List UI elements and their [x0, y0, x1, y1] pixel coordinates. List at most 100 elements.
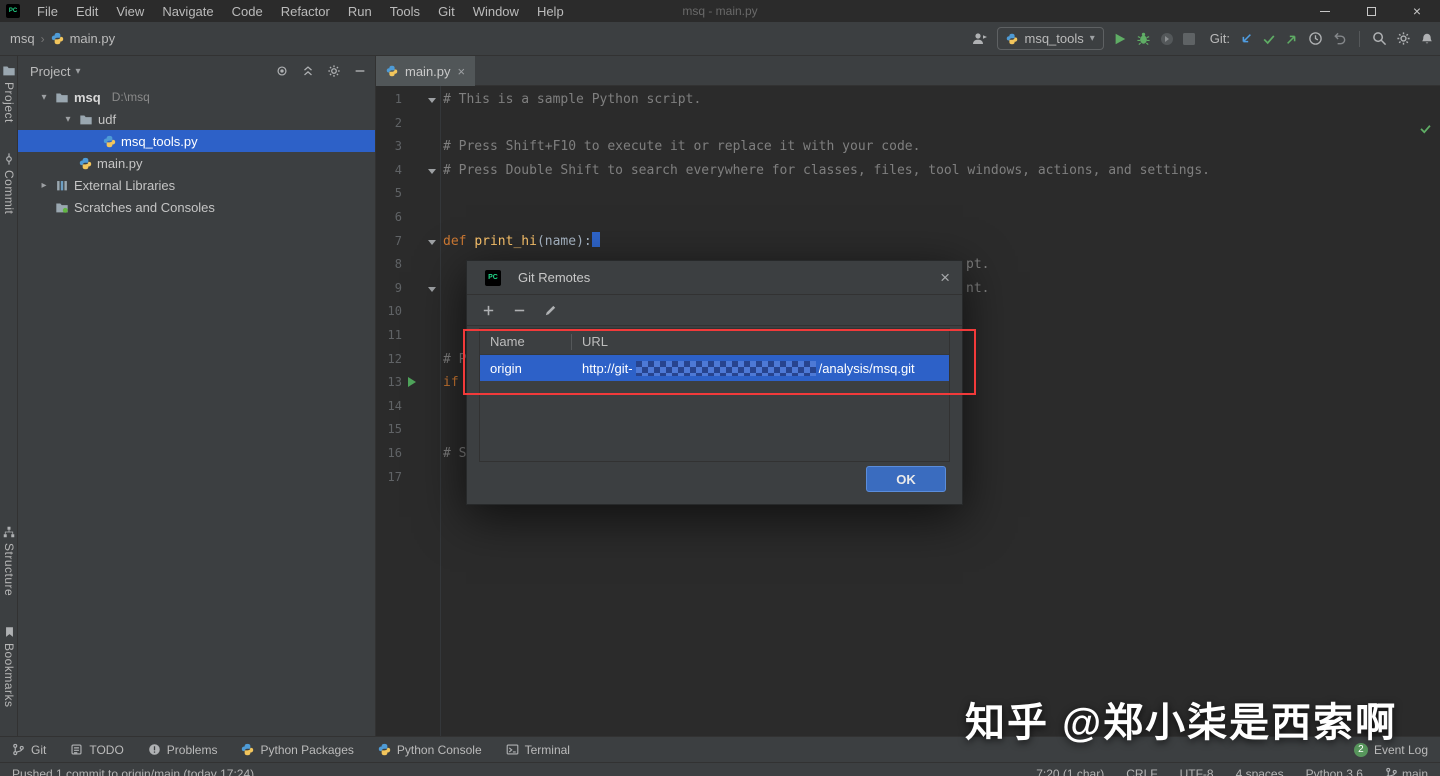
remote-url: http://git-/analysis/msq.git	[572, 361, 915, 376]
code-line-3[interactable]: 3# Press Shift+F10 to execute it or repl…	[376, 135, 1440, 159]
tool-window-button-problems[interactable]: Problems	[148, 743, 218, 757]
git-toolbar-label: Git:	[1210, 31, 1230, 46]
notifications-bell-icon[interactable]	[1420, 32, 1434, 46]
tree-item-main-py[interactable]: main.py	[18, 152, 375, 174]
menu-help[interactable]: Help	[528, 0, 573, 22]
code-token: print_hi	[474, 234, 537, 249]
minimize-icon	[1320, 11, 1330, 12]
status-git-branch[interactable]: main	[1385, 767, 1428, 776]
project-panel-title[interactable]: Project	[30, 64, 70, 79]
tool-stripe-label: Commit	[2, 170, 16, 214]
fold-marker-icon[interactable]	[428, 98, 436, 103]
code-line-1[interactable]: 1# This is a sample Python script.	[376, 88, 1440, 112]
remote-row-origin[interactable]: originhttp://git-/analysis/msq.git	[480, 355, 949, 381]
hide-panel-icon[interactable]	[353, 64, 367, 78]
status-item-label: 4 spaces	[1236, 767, 1284, 776]
tool-window-button-python-packages[interactable]: Python Packages	[241, 743, 353, 757]
stop-button[interactable]	[1183, 33, 1195, 45]
close-button[interactable]: ×	[1394, 0, 1440, 22]
status-encoding[interactable]: UTF-8	[1180, 767, 1214, 776]
tool-stripe-label: Project	[2, 82, 16, 123]
menu-file[interactable]: File	[28, 0, 67, 22]
tree-item-msq-tools-py[interactable]: msq_tools.py	[18, 130, 375, 152]
debug-button[interactable]	[1136, 31, 1151, 46]
tool-stripe-structure[interactable]: Structure	[2, 526, 16, 596]
breadcrumb-project[interactable]: msq	[10, 31, 35, 46]
code-with-me-icon[interactable]	[971, 31, 988, 47]
tool-stripe-project[interactable]: Project	[2, 64, 16, 123]
tool-stripe-bookmarks[interactable]: Bookmarks	[2, 626, 16, 708]
code-text: # Press Double Shift to search everywher…	[443, 159, 1440, 183]
menu-tools[interactable]: Tools	[381, 0, 429, 22]
menu-refactor[interactable]: Refactor	[272, 0, 339, 22]
tool-stripe-commit[interactable]: Commit	[2, 153, 16, 214]
breadcrumb-file[interactable]: main.py	[70, 31, 116, 46]
tool-stripe-bottom: Structure Bookmarks	[0, 526, 18, 708]
tree-item-msq[interactable]: ▾msqD:\msq	[18, 86, 375, 108]
code-text: # Press Shift+F10 to execute it or repla…	[443, 135, 1440, 159]
tree-item-udf[interactable]: ▾udf	[18, 108, 375, 130]
code-line-2[interactable]: 2	[376, 112, 1440, 136]
column-header-name[interactable]: Name	[480, 334, 572, 350]
tool-window-button-todo[interactable]: TODO	[70, 743, 123, 757]
git-commit-icon[interactable]	[1262, 32, 1276, 46]
fold-marker-icon[interactable]	[428, 240, 436, 245]
status-indent[interactable]: 4 spaces	[1236, 767, 1284, 776]
settings-gear-icon[interactable]	[1396, 31, 1411, 46]
menu-edit[interactable]: Edit	[67, 0, 107, 22]
history-icon[interactable]	[1308, 31, 1323, 46]
ok-button[interactable]: OK	[866, 466, 946, 492]
menu-git[interactable]: Git	[429, 0, 464, 22]
menu-run[interactable]: Run	[339, 0, 381, 22]
run-line-icon[interactable]	[408, 377, 416, 387]
collapse-all-icon[interactable]	[301, 64, 315, 78]
run-configuration-select[interactable]: msq_tools ▾	[997, 27, 1103, 50]
tab-main-py[interactable]: main.py ×	[376, 56, 475, 86]
menu-window[interactable]: Window	[464, 0, 528, 22]
pycharm-logo-icon: PC	[6, 4, 20, 18]
coverage-button[interactable]	[1160, 32, 1174, 46]
column-header-url[interactable]: URL	[572, 334, 608, 349]
code-line-7[interactable]: 7def print_hi(name):	[376, 230, 1440, 254]
tree-item-scratches-and-consoles[interactable]: Scratches and Consoles	[18, 196, 375, 218]
menu-navigate[interactable]: Navigate	[153, 0, 222, 22]
tool-window-button-git[interactable]: Git	[12, 743, 46, 757]
maximize-button[interactable]	[1348, 0, 1394, 22]
watermark: 知乎 @郑小柒是西索啊	[965, 690, 1397, 748]
status-caret-position[interactable]: 7:20 (1 char)	[1036, 767, 1104, 776]
tool-window-button-python-console[interactable]: Python Console	[378, 743, 482, 757]
dialog-header[interactable]: PC Git Remotes ×	[467, 261, 962, 295]
tree-arrow-icon[interactable]: ▸	[38, 180, 50, 191]
inspection-ok-icon[interactable]	[1419, 122, 1432, 135]
menu-view[interactable]: View	[107, 0, 153, 22]
tree-item-external-libraries[interactable]: ▸External Libraries	[18, 174, 375, 196]
folder-icon	[79, 113, 93, 126]
tool-window-button-terminal[interactable]: Terminal	[506, 743, 570, 757]
line-number: 8	[376, 253, 402, 277]
menu-code[interactable]: Code	[223, 0, 272, 22]
edit-remote-icon[interactable]	[543, 303, 558, 318]
fold-marker-icon[interactable]	[428, 169, 436, 174]
close-tab-icon[interactable]: ×	[458, 64, 466, 79]
project-tree: ▾msqD:\msq▾udfmsq_tools.pymain.py▸Extern…	[18, 86, 375, 218]
line-number: 5	[376, 182, 402, 206]
fold-marker-icon[interactable]	[428, 287, 436, 292]
select-opened-file-icon[interactable]	[275, 64, 289, 78]
panel-settings-gear-icon[interactable]	[327, 64, 341, 78]
run-button[interactable]	[1113, 32, 1127, 46]
rollback-icon[interactable]	[1332, 31, 1347, 46]
search-everywhere-icon[interactable]	[1372, 31, 1387, 46]
dialog-close-icon[interactable]: ×	[940, 269, 950, 286]
git-push-icon[interactable]	[1285, 32, 1299, 46]
git-update-icon[interactable]	[1239, 32, 1253, 46]
tree-arrow-icon[interactable]: ▾	[62, 114, 74, 125]
status-interpreter[interactable]: Python 3.6	[1306, 767, 1363, 776]
add-remote-icon[interactable]	[481, 303, 496, 318]
code-line-4[interactable]: 4# Press Double Shift to search everywhe…	[376, 159, 1440, 183]
code-line-5[interactable]: 5	[376, 182, 1440, 206]
code-line-6[interactable]: 6	[376, 206, 1440, 230]
status-line-separator[interactable]: CRLF	[1126, 767, 1157, 776]
tree-arrow-icon[interactable]: ▾	[38, 92, 50, 103]
minimize-button[interactable]	[1302, 0, 1348, 22]
remove-remote-icon[interactable]	[512, 303, 527, 318]
